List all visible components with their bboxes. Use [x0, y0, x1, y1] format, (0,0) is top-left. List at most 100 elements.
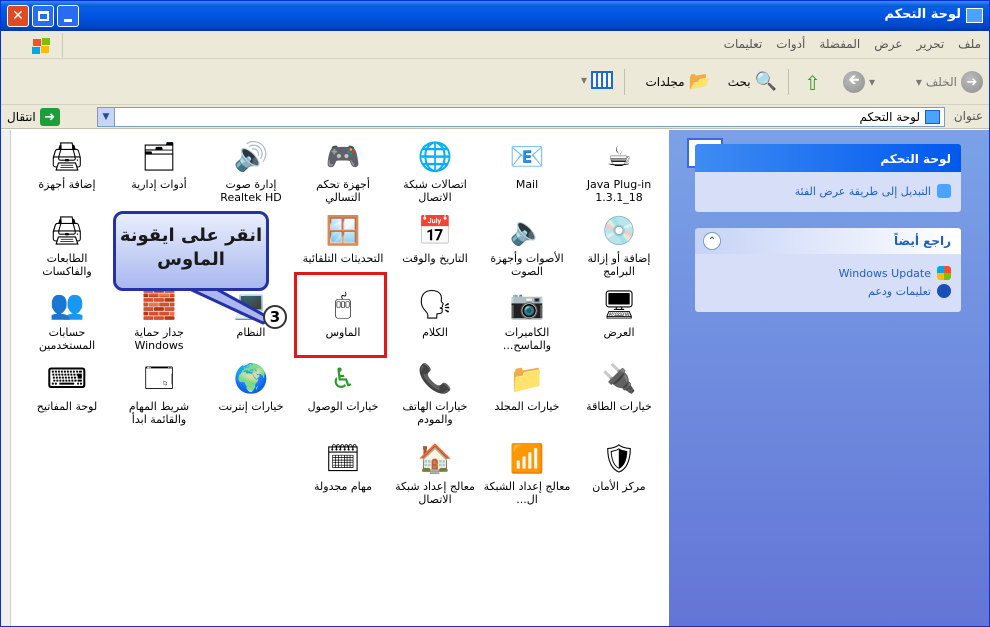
menu-favorites[interactable]: المفضلة: [819, 37, 860, 51]
search-icon: 🔍: [754, 71, 777, 92]
address-dropdown-button[interactable]: ▼: [97, 107, 115, 127]
control-panel-window: ✕ لوحة التحكم ملف تحرير عرض المفضلة أدوا…: [0, 0, 990, 627]
sounds-icon: 🔈: [509, 214, 545, 247]
item-admin-tools[interactable]: 🗂 أدوات إدارية: [111, 130, 207, 204]
item-security-center[interactable]: 🛡 مركز الأمان: [571, 432, 667, 506]
folders-label: مجلدات: [645, 74, 685, 89]
go-arrow-icon: ➜: [39, 108, 60, 126]
control-panel-box-title: لوحة التحكم: [695, 144, 961, 172]
item-internet-options[interactable]: 🌍 خيارات إنترنت: [203, 352, 299, 426]
item-date-time[interactable]: 📅 التاريخ والوقت: [387, 204, 483, 278]
folder-options-icon: 📁: [509, 362, 545, 395]
mail-icon: 📧: [509, 140, 545, 173]
item-power-options[interactable]: 🔌 خيارات الطاقة: [571, 352, 667, 426]
item-speech[interactable]: 🗣 الكلام: [387, 278, 483, 352]
item-add-hardware[interactable]: 🖨 إضافة أجهزة: [19, 130, 115, 204]
collapse-chevron-icon[interactable]: ⌃: [703, 232, 721, 250]
item-game-controllers[interactable]: 🎮 أجهزة تحكم التسالي: [295, 130, 391, 205]
printers-icon: 🖨: [49, 214, 85, 247]
date-time-icon: 📅: [417, 214, 453, 247]
item-java-plugin[interactable]: ☕ Java Plug-in 1.3.1_18: [571, 130, 667, 205]
item-display[interactable]: 🖥 العرض: [571, 278, 667, 352]
control-panel-icon: [966, 8, 983, 23]
forward-button[interactable]: ▾ 🡰: [842, 71, 875, 93]
forward-dropdown-icon: ▾: [868, 75, 875, 89]
maximize-button[interactable]: [32, 5, 54, 27]
search-label: بحث: [727, 74, 751, 89]
up-folder-icon: ⇧: [804, 71, 821, 95]
window-title: لوحة التحكم: [884, 7, 961, 22]
item-network-setup-wizard[interactable]: 📶 معالج إعداد الشبكة ال...: [479, 432, 575, 507]
game-controller-icon: 🎮: [325, 140, 361, 173]
up-folder-button[interactable]: ⇧: [804, 71, 821, 95]
see-also-body: Windows Update تعليمات ودعم: [695, 254, 961, 312]
add-hardware-icon: 🖨: [49, 140, 85, 173]
go-button[interactable]: ➜ انتقال: [7, 108, 60, 126]
item-connection-wizard[interactable]: 🏠 معالج إعداد شبكة الاتصال: [387, 432, 483, 507]
accessibility-icon: ♿: [330, 362, 356, 395]
address-field[interactable]: لوحة التحكم: [97, 107, 945, 127]
back-button[interactable]: ➜ الخلف ▾: [916, 71, 983, 93]
minimize-button[interactable]: [57, 5, 79, 27]
views-button[interactable]: ▾: [581, 71, 613, 89]
item-add-remove-programs[interactable]: 💿 إضافة أو إزالة البرامج: [571, 204, 667, 279]
control-panel-small-icon: [925, 110, 940, 124]
security-center-icon: 🛡: [601, 442, 637, 475]
menu-items: ملف تحرير عرض المفضلة أدوات تعليمات: [724, 37, 981, 51]
network-icon: 🌐: [417, 140, 453, 173]
toolbar: ➜ الخلف ▾ ▾ 🡰 ⇧ 🔍 بحث 📂 مجلدات ▾: [1, 59, 989, 105]
maximize-icon: [37, 11, 49, 21]
item-realtek-audio[interactable]: 🔊 إدارة صوت Realtek HD: [203, 130, 299, 205]
windows-update-icon: 🪟: [325, 214, 361, 247]
java-icon: ☕: [606, 140, 632, 173]
folders-button[interactable]: 📂 مجلدات: [646, 71, 712, 92]
connection-wizard-icon: 🏠: [417, 442, 453, 475]
item-keyboard[interactable]: ⌨ لوحة المفاتيح: [19, 352, 115, 426]
scrollbar[interactable]: [1, 130, 11, 626]
item-taskbar-start-menu[interactable]: 🗔 شريط المهام والقائمة ابدأ: [111, 352, 207, 427]
item-user-accounts[interactable]: 👥 حسابات المستخدمين: [19, 278, 115, 353]
minimize-icon: [64, 18, 72, 22]
step-number-badge: 3: [263, 305, 287, 329]
windows-update-label: Windows Update: [838, 266, 931, 280]
folder-icon: 📂: [688, 71, 711, 92]
title-bar[interactable]: ✕ لوحة التحكم: [1, 1, 989, 31]
switch-view-label: التبديل إلى طريقة عرض الفئة: [794, 184, 931, 198]
windows-update-link[interactable]: Windows Update: [705, 266, 951, 280]
menu-tools[interactable]: أدوات: [776, 37, 805, 51]
views-dropdown-icon: ▾: [580, 73, 587, 87]
item-printers-faxes[interactable]: 🖨 الطابعات والفاكسات: [19, 204, 115, 279]
forward-arrow-icon: 🡰: [842, 71, 865, 93]
item-network-connections[interactable]: 🌐 اتصالات شبكة الاتصال: [387, 130, 483, 205]
address-value: لوحة التحكم: [859, 110, 921, 124]
menu-bar: ملف تحرير عرض المفضلة أدوات تعليمات: [1, 31, 989, 59]
admin-tools-icon: 🗂: [141, 140, 177, 173]
item-folder-options[interactable]: 📁 خيارات المجلد: [479, 352, 575, 426]
menu-view[interactable]: عرض: [874, 37, 902, 51]
help-support-link[interactable]: تعليمات ودعم: [705, 284, 951, 298]
taskbar-icon: 🗔: [143, 362, 175, 395]
close-button[interactable]: ✕: [7, 5, 29, 27]
switch-view-icon: [937, 184, 951, 198]
side-panel: لوحة التحكم التبديل إلى طريقة عرض الفئة …: [669, 130, 989, 626]
switch-category-view-link[interactable]: التبديل إلى طريقة عرض الفئة: [705, 184, 951, 198]
item-automatic-updates[interactable]: 🪟 التحديثات التلقائية: [295, 204, 391, 278]
item-sounds[interactable]: 🔈 الأصوات وأجهزة الصوت: [479, 204, 575, 279]
menu-edit[interactable]: تحرير: [917, 37, 945, 51]
add-remove-programs-icon: 💿: [601, 214, 637, 247]
scheduled-tasks-icon: 🗓: [325, 442, 361, 475]
item-scanners-cameras[interactable]: 📷 الكاميرات والماسح...: [479, 278, 575, 353]
item-mail[interactable]: 📧 Mail: [479, 130, 575, 204]
callout-pointer: [181, 285, 275, 325]
search-button[interactable]: 🔍 بحث: [728, 71, 777, 92]
item-accessibility-options[interactable]: ♿ خيارات الوصول: [295, 352, 391, 426]
instruction-callout: انقر على ايقونة الماوس: [113, 211, 269, 291]
back-label: الخلف: [925, 75, 957, 89]
scanner-icon: 📷: [509, 288, 545, 321]
item-scheduled-tasks[interactable]: 🗓 مهام مجدولة: [295, 432, 391, 506]
menu-help[interactable]: تعليمات: [724, 37, 763, 51]
menu-file[interactable]: ملف: [958, 37, 981, 51]
back-arrow-icon: ➜: [961, 71, 983, 93]
item-phone-modem[interactable]: 📞 خيارات الهاتف والمودم: [387, 352, 483, 427]
callout-text: انقر على ايقونة الماوس: [119, 225, 263, 270]
